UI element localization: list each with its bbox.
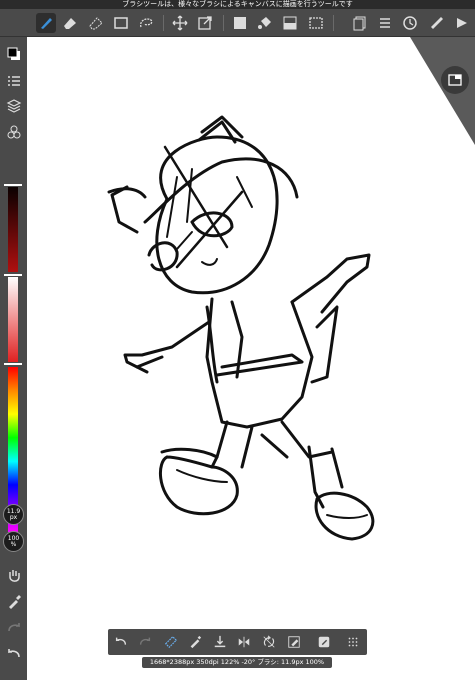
canvas-status-bar: 1668*2388px 350dpi 122% -20° ブラシ: 11.9px… (142, 657, 332, 668)
menu-list-icon[interactable] (3, 70, 24, 91)
slider-marker[interactable] (4, 184, 22, 186)
color-swatch-icon[interactable] (3, 43, 24, 64)
fill-icon[interactable] (255, 13, 275, 33)
flip-horizontal-icon[interactable] (235, 633, 253, 651)
tint-slider[interactable] (8, 277, 18, 362)
sketch-drawing (107, 115, 375, 541)
brush-size-button[interactable]: 11.9 px (3, 504, 24, 525)
more-grid-icon[interactable] (344, 633, 362, 651)
left-sidebar: 11.9 px 100 % (0, 37, 27, 680)
transform-icon[interactable] (195, 13, 215, 33)
slider-marker[interactable] (4, 274, 22, 276)
brush-icon[interactable] (36, 13, 56, 33)
undo-icon[interactable] (112, 633, 130, 651)
color-set-icon[interactable] (3, 121, 24, 142)
redo-icon[interactable] (136, 633, 154, 651)
eraser-icon[interactable] (60, 13, 80, 33)
transform-selection-icon[interactable] (162, 633, 180, 651)
top-toolbar (0, 9, 475, 37)
brush-size-unit: px (9, 513, 18, 521)
eyedropper-icon[interactable] (3, 591, 24, 612)
move-icon[interactable] (170, 13, 190, 33)
panel-toggle-button[interactable] (441, 66, 469, 94)
opacity-button[interactable]: 100 % (3, 531, 24, 552)
edit-panel-icon[interactable] (315, 633, 333, 651)
canvas-rotate-icon[interactable] (452, 13, 472, 33)
undo-icon[interactable] (3, 643, 24, 664)
lasso-icon[interactable] (136, 13, 156, 33)
clear-icon[interactable] (285, 633, 303, 651)
shade-slider[interactable] (8, 187, 18, 272)
drawing-canvas[interactable] (27, 37, 475, 680)
layer-fill-icon[interactable] (280, 13, 300, 33)
rotate-icon[interactable] (260, 633, 278, 651)
command-bar (108, 629, 367, 655)
redo-icon[interactable] (3, 617, 24, 638)
window-icon (448, 74, 462, 86)
list-icon[interactable] (375, 13, 395, 33)
hand-icon[interactable] (3, 565, 24, 586)
opacity-unit: % (10, 540, 17, 548)
pen-icon[interactable] (186, 633, 204, 651)
color-slider-strip[interactable] (4, 184, 22, 532)
rect-icon[interactable] (306, 13, 326, 33)
tool-hint-bar: ブラシツールは、様々なブラシによるキャンバスに描画を行うツールです (0, 0, 475, 9)
ruler-icon[interactable] (427, 13, 447, 33)
soft-eraser-icon[interactable] (86, 13, 106, 33)
pages-icon[interactable] (350, 13, 370, 33)
slider-marker[interactable] (4, 363, 22, 365)
select-rect-icon[interactable] (111, 13, 131, 33)
layers-icon[interactable] (400, 13, 420, 33)
layers-stack-icon[interactable] (3, 95, 24, 116)
import-icon[interactable] (211, 633, 229, 651)
fill-gray-icon[interactable] (230, 13, 250, 33)
